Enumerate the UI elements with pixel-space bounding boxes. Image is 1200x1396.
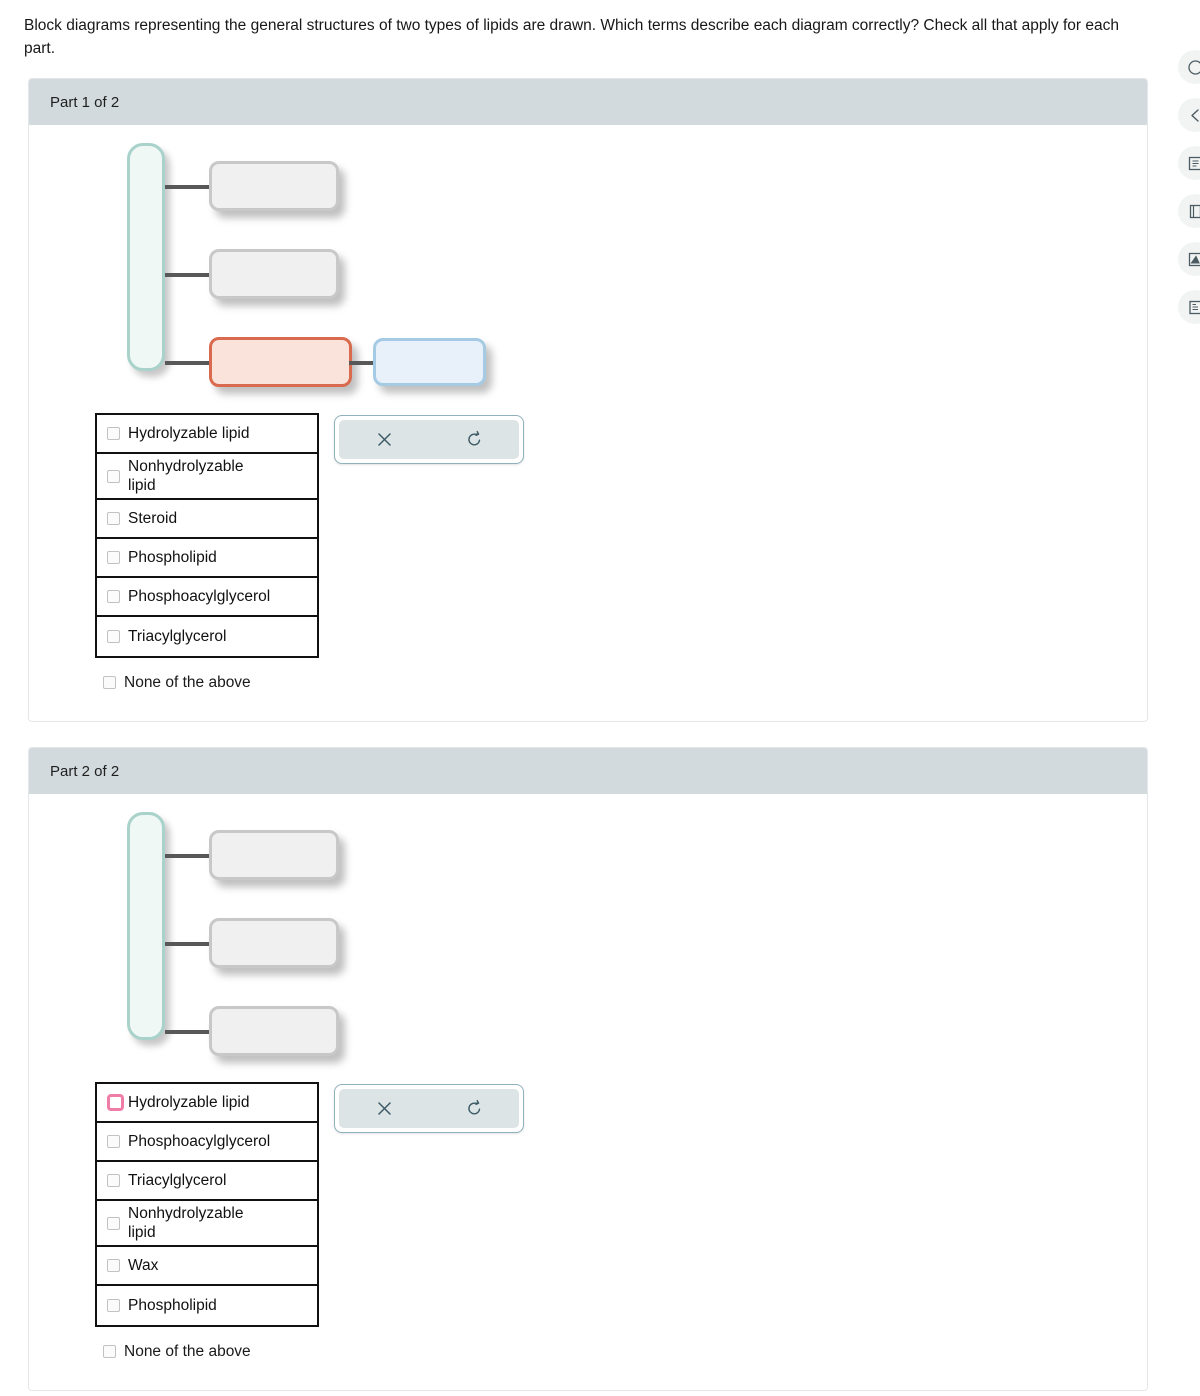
document-button[interactable] <box>1178 290 1200 324</box>
choice-label: Hydrolyzable lipid <box>128 425 250 442</box>
block-diagram-1 <box>97 139 517 387</box>
choice-row[interactable]: Triacylglycerol <box>97 617 317 656</box>
choice-label: Phosphoacylglycerol <box>128 1133 271 1150</box>
document-icon <box>1188 300 1200 314</box>
checkbox-icon[interactable] <box>107 427 120 440</box>
action-toolbar-2 <box>334 1084 524 1133</box>
checkbox-icon[interactable] <box>107 590 120 603</box>
checkbox-icon[interactable] <box>107 1094 124 1111</box>
checkbox-icon[interactable] <box>107 551 120 564</box>
action-toolbar-inner <box>339 420 519 459</box>
choice-row[interactable]: Hydrolyzable lipid <box>97 415 317 454</box>
choice-label: Nonhydrolyzable lipid <box>128 458 244 494</box>
checkbox-icon[interactable] <box>107 1174 120 1187</box>
close-icon <box>377 1102 391 1115</box>
choice-label: Triacylglycerol <box>128 628 227 645</box>
checkbox-icon[interactable] <box>103 1345 116 1358</box>
pencil-note-icon <box>1188 252 1200 266</box>
book-button[interactable] <box>1178 194 1200 228</box>
choice-list-2: Hydrolyzable lipid Phosphoacylglycerol T… <box>95 1082 319 1327</box>
choice-label: Phospholipid <box>128 1297 217 1314</box>
clear-button[interactable] <box>367 1094 401 1124</box>
question-prompt: Block diagrams representing the general … <box>24 17 1119 57</box>
part-card-1: Part 1 of 2 Hydrolyzable lipid Nonhydrol… <box>28 78 1148 722</box>
choice-row[interactable]: Nonhydrolyzable lipid <box>97 1201 317 1247</box>
choice-label: Nonhydrolyzable lipid <box>128 1205 244 1241</box>
checkbox-icon[interactable] <box>107 1135 120 1148</box>
connector-line-3 <box>165 1030 211 1034</box>
trunk-block <box>127 812 165 1040</box>
choice-label: Wax <box>128 1257 159 1274</box>
choice-label: Steroid <box>128 510 178 527</box>
part-header-title: Part 1 of 2 <box>50 93 120 111</box>
branch-block-1 <box>209 830 339 880</box>
checkbox-icon[interactable] <box>107 630 120 643</box>
checkbox-icon[interactable] <box>107 1299 120 1312</box>
none-of-the-above-row[interactable]: None of the above <box>103 1342 251 1361</box>
connector-line-1 <box>165 854 211 858</box>
branch-block-2 <box>209 918 339 968</box>
connector-line-2 <box>165 273 211 277</box>
collapse-button[interactable] <box>1178 98 1200 132</box>
branch-block-3 <box>209 337 352 387</box>
part-body-2: Hydrolyzable lipid Phosphoacylglycerol T… <box>29 794 1147 1391</box>
reset-button[interactable] <box>457 425 491 455</box>
checkbox-icon[interactable] <box>107 1259 120 1272</box>
choice-row[interactable]: Phosphoacylglycerol <box>97 578 317 617</box>
trunk-block <box>127 143 165 371</box>
right-toolbar <box>1178 50 1200 338</box>
checkbox-icon[interactable] <box>107 512 120 525</box>
terminal-block <box>373 338 486 386</box>
choice-row[interactable]: Steroid <box>97 500 317 539</box>
branch-block-1 <box>209 161 339 211</box>
undo-icon <box>467 1099 480 1115</box>
none-of-the-above-label: None of the above <box>124 1343 251 1360</box>
none-of-the-above-row[interactable]: None of the above <box>103 673 251 692</box>
close-icon <box>377 433 391 446</box>
help-icon <box>1187 59 1200 75</box>
checkbox-icon[interactable] <box>107 1216 120 1230</box>
connector-line-2 <box>165 942 211 946</box>
choice-label: Hydrolyzable lipid <box>128 1094 250 1111</box>
choice-row[interactable]: Hydrolyzable lipid <box>97 1084 317 1123</box>
undo-icon <box>467 430 480 446</box>
part-header-2: Part 2 of 2 <box>29 748 1147 794</box>
part-header-title: Part 2 of 2 <box>50 762 120 780</box>
book-icon <box>1189 204 1200 218</box>
choice-row[interactable]: Phosphoacylglycerol <box>97 1123 317 1162</box>
choice-row[interactable]: Wax <box>97 1247 317 1286</box>
branch-block-3 <box>209 1006 339 1056</box>
none-of-the-above-label: None of the above <box>124 674 251 691</box>
block-diagram-2 <box>97 808 517 1056</box>
checkbox-icon[interactable] <box>107 469 120 483</box>
part-body-1: Hydrolyzable lipid Nonhydrolyzable lipid… <box>29 125 1147 722</box>
notes-button[interactable] <box>1178 242 1200 276</box>
choice-label: Phospholipid <box>128 549 217 566</box>
choice-row[interactable]: Nonhydrolyzable lipid <box>97 454 317 500</box>
list-icon <box>1188 156 1200 170</box>
connector-line-1 <box>165 185 211 189</box>
choice-row[interactable]: Phospholipid <box>97 1286 317 1325</box>
choice-label: Triacylglycerol <box>128 1172 227 1189</box>
connector-line-4 <box>349 361 375 365</box>
choice-list-1: Hydrolyzable lipid Nonhydrolyzable lipid… <box>95 413 319 658</box>
action-toolbar-1 <box>334 415 524 464</box>
branch-block-2 <box>209 249 339 299</box>
part-header-1: Part 1 of 2 <box>29 79 1147 125</box>
chevron-left-icon <box>1190 108 1199 122</box>
help-button[interactable] <box>1178 50 1200 84</box>
choice-label: Phosphoacylglycerol <box>128 588 271 605</box>
choice-row[interactable]: Phospholipid <box>97 539 317 578</box>
reset-button[interactable] <box>457 1094 491 1124</box>
connector-line-3 <box>165 361 211 365</box>
choice-row[interactable]: Triacylglycerol <box>97 1162 317 1201</box>
list-button[interactable] <box>1178 146 1200 180</box>
action-toolbar-inner <box>339 1089 519 1128</box>
checkbox-icon[interactable] <box>103 676 116 689</box>
part-card-2: Part 2 of 2 Hydrolyzable lipid Phosphoac… <box>28 747 1148 1391</box>
clear-button[interactable] <box>367 425 401 455</box>
